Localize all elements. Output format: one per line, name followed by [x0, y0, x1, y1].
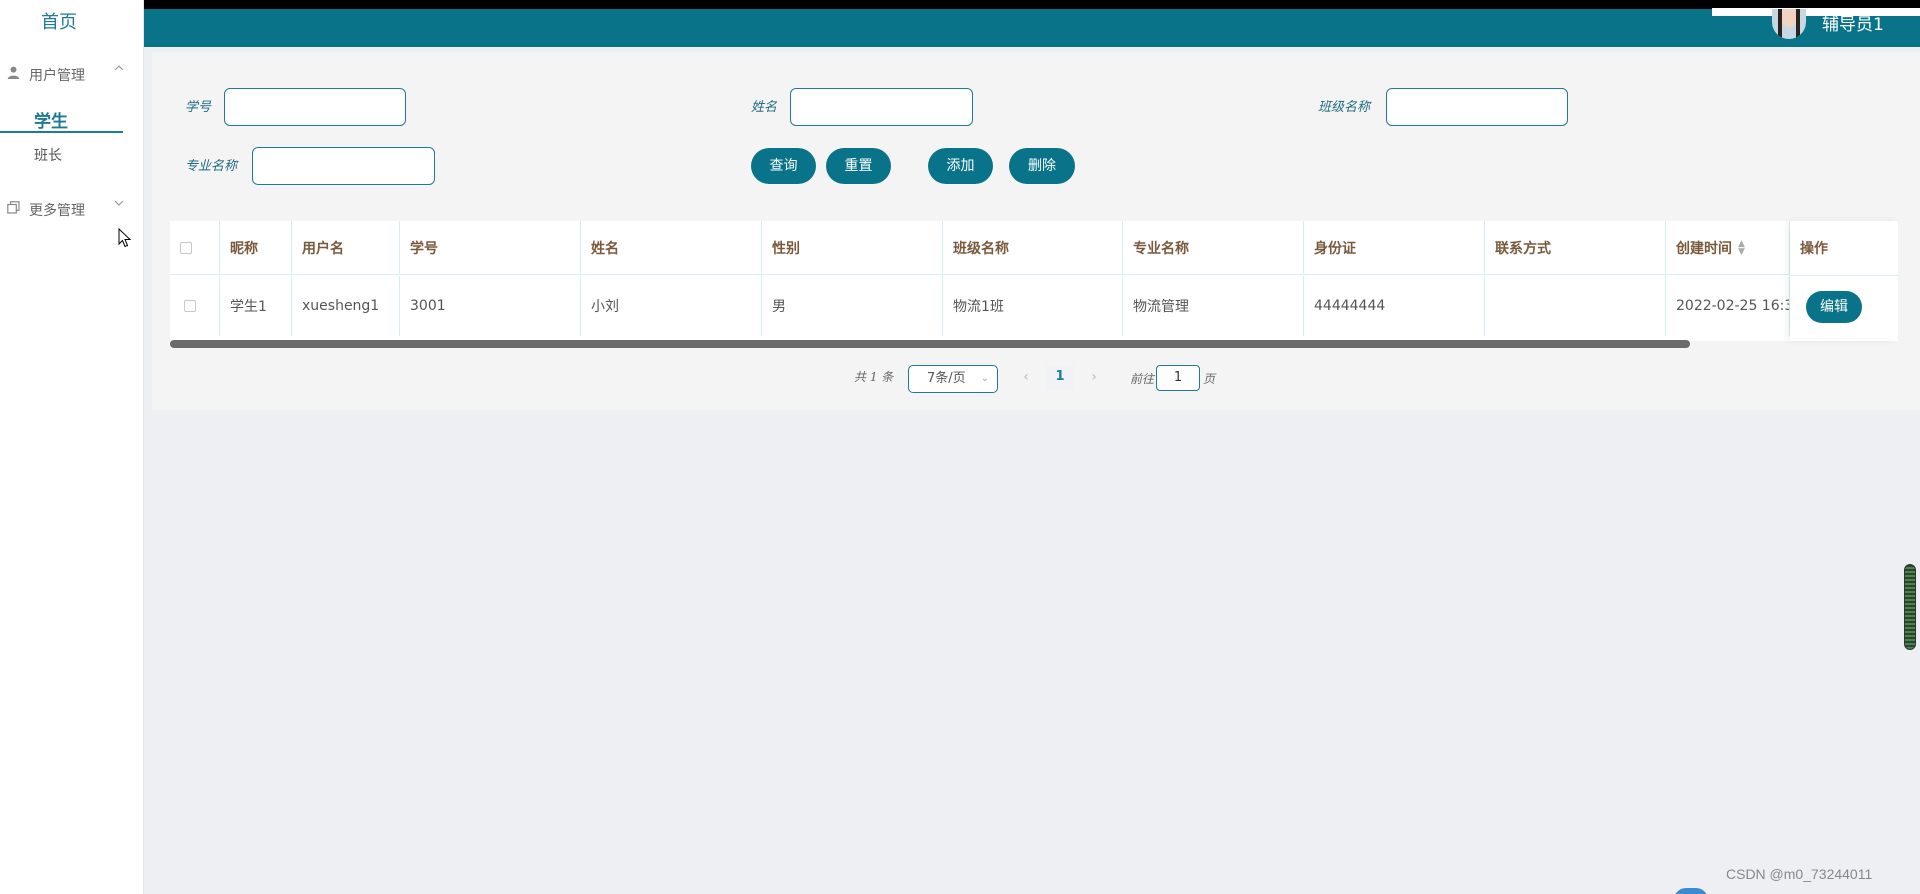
- cell-nickname: 学生1: [220, 276, 292, 336]
- select-all-cell: [170, 221, 220, 274]
- pagination-total: 共 1 条: [854, 370, 894, 384]
- add-button[interactable]: 添加: [928, 148, 993, 184]
- sidebar-item-student[interactable]: 学生: [34, 107, 68, 132]
- avatar-face: [1782, 9, 1796, 27]
- student-no-label: 学号: [185, 100, 212, 115]
- cell-gender: 男: [762, 276, 943, 336]
- column-header-name: 姓名: [581, 221, 762, 274]
- divider: [1790, 275, 1898, 276]
- column-header-created-at[interactable]: 创建时间 ▲ ▼: [1666, 221, 1790, 274]
- table-header: 昵称 用户名 学号 姓名 性别 班级名称 专业名称 身份证 联系方式 创建时间 …: [170, 221, 1898, 275]
- goto-prefix: 前往: [1130, 372, 1155, 386]
- column-header-class-name: 班级名称: [943, 221, 1123, 274]
- window-top-bar: [0, 0, 1920, 9]
- watermark: CSDN @m0_73244011: [1726, 866, 1873, 882]
- edit-button[interactable]: 编辑: [1806, 291, 1862, 323]
- reset-button[interactable]: 重置: [826, 148, 891, 184]
- major-name-input[interactable]: [252, 147, 435, 185]
- student-no-input[interactable]: [224, 88, 406, 126]
- name-label: 姓名: [751, 100, 778, 115]
- sidebar: 首页 用户管理 学生 班长 更多管理: [0, 0, 144, 894]
- chevron-left-icon: ‹: [1023, 369, 1029, 385]
- column-header-contact: 联系方式: [1485, 221, 1666, 274]
- column-header-username: 用户名: [292, 221, 400, 274]
- row-select-cell: [170, 276, 220, 336]
- query-button[interactable]: 查询: [751, 148, 816, 184]
- sidebar-group-more-management[interactable]: 更多管理: [0, 197, 130, 223]
- header-top-gap: [1712, 8, 1920, 16]
- top-header-bar: [144, 9, 1920, 47]
- sidebar-group-label: 更多管理: [29, 203, 85, 219]
- cell-class-name: 物流1班: [943, 276, 1123, 336]
- class-name-input[interactable]: [1386, 88, 1568, 126]
- select-all-checkbox[interactable]: [180, 241, 192, 254]
- column-header-operations: 操作: [1800, 241, 1828, 257]
- page-number-current[interactable]: 1: [1046, 365, 1074, 389]
- next-page-button[interactable]: ›: [1080, 365, 1108, 389]
- page-size-select[interactable]: 7条/页 ⌄: [908, 365, 998, 393]
- name-input[interactable]: [790, 88, 973, 126]
- cell-id-card: 44444444: [1304, 276, 1485, 336]
- prev-page-button[interactable]: ‹: [1012, 365, 1040, 389]
- sort-icon[interactable]: ▲ ▼: [1738, 239, 1745, 256]
- chevron-down-icon: [114, 198, 124, 211]
- table-horizontal-scrollbar[interactable]: [170, 340, 1690, 348]
- column-header-id-card: 身份证: [1304, 221, 1485, 274]
- cell-student-no: 3001: [400, 276, 581, 336]
- active-item-underline: [0, 131, 123, 133]
- cell-major-name: 物流管理: [1123, 276, 1304, 336]
- page-vertical-scrollbar[interactable]: [1904, 564, 1916, 650]
- column-header-student-no: 学号: [400, 221, 581, 274]
- column-header-created-at-label: 创建时间: [1676, 240, 1732, 257]
- mouse-cursor-icon: [118, 227, 132, 248]
- column-header-major-name: 专业名称: [1123, 221, 1304, 274]
- class-name-label: 班级名称: [1318, 100, 1371, 115]
- sidebar-item-monitor[interactable]: 班长: [34, 145, 62, 165]
- cell-name: 小刘: [581, 276, 762, 336]
- floating-button[interactable]: [1674, 888, 1708, 894]
- chevron-down-icon: ⌄: [980, 373, 989, 384]
- delete-button[interactable]: 删除: [1009, 148, 1075, 184]
- user-icon: [7, 66, 21, 80]
- column-header-nickname: 昵称: [220, 221, 292, 274]
- copy-icon: [7, 201, 21, 215]
- page-size-value: 7条/页: [927, 371, 966, 386]
- sidebar-item-home[interactable]: 首页: [0, 8, 118, 34]
- current-user-name[interactable]: 辅导员1: [1822, 10, 1884, 35]
- cell-contact: [1485, 276, 1666, 336]
- row-checkbox[interactable]: [184, 300, 196, 312]
- table-row: 学生1 xuesheng1 3001 小刘 男 物流1班 物流管理 444444…: [170, 276, 1898, 336]
- major-name-label: 专业名称: [185, 159, 238, 174]
- chevron-right-icon: ›: [1091, 369, 1097, 385]
- sidebar-group-user-management[interactable]: 用户管理: [0, 62, 130, 88]
- chevron-up-icon: [114, 63, 124, 76]
- column-header-gender: 性别: [762, 221, 943, 274]
- cell-created-at: 2022-02-25 16:34: [1666, 276, 1790, 336]
- data-table: 昵称 用户名 学号 姓名 性别 班级名称 专业名称 身份证 联系方式 创建时间 …: [170, 221, 1898, 341]
- cell-username: xuesheng1: [292, 276, 400, 336]
- sidebar-group-label: 用户管理: [29, 68, 85, 84]
- operations-column: 操作 编辑: [1790, 221, 1898, 341]
- goto-suffix: 页: [1203, 372, 1216, 386]
- goto-page-input[interactable]: 1: [1156, 365, 1200, 391]
